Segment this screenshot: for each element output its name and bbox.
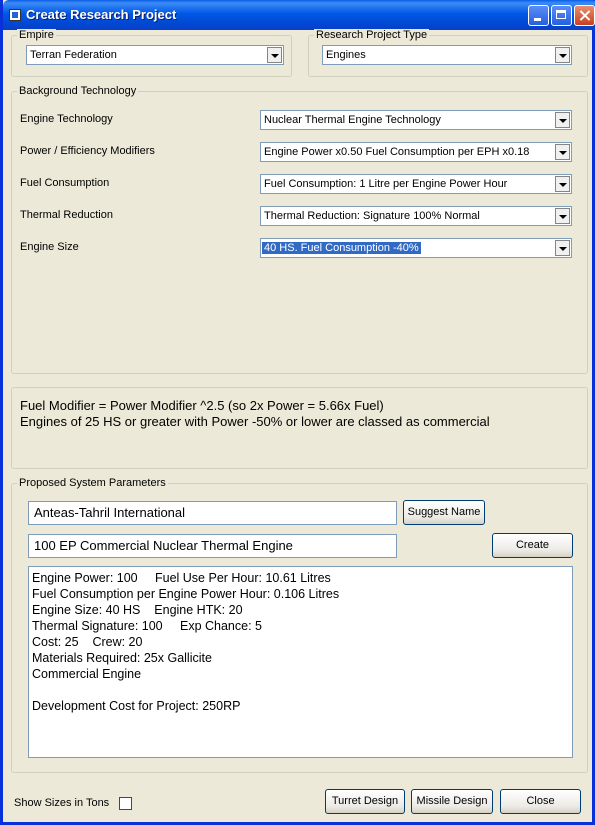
close-button[interactable]: Close	[500, 789, 581, 814]
project-name-field[interactable]: 100 EP Commercial Nuclear Thermal Engine	[28, 534, 397, 558]
details-line: Engine Size: 40 HS Engine HTK: 20	[32, 603, 243, 617]
proposed-parameters-legend: Proposed System Parameters	[17, 477, 168, 489]
details-line: Fuel Consumption per Engine Power Hour: …	[32, 587, 340, 601]
details-line: Development Cost for Project: 250RP	[32, 699, 241, 713]
missile-design-button[interactable]: Missile Design	[411, 789, 493, 814]
project-type-value: Engines	[326, 49, 366, 61]
create-button[interactable]: Create	[492, 533, 573, 558]
details-line: Commercial Engine	[32, 667, 142, 681]
details-line: Cost: 25 Crew: 20	[32, 635, 143, 649]
thermal-reduction-label: Thermal Reduction	[20, 209, 113, 221]
background-technology-group: Background Technology	[11, 85, 588, 374]
info-line-1: Fuel Modifier = Power Modifier ^2.5 (so …	[20, 398, 384, 413]
minimize-icon[interactable]	[528, 5, 549, 26]
engine-size-select[interactable]: 40 HS. Fuel Consumption -40%	[260, 238, 572, 258]
fuel-consumption-select[interactable]: Fuel Consumption: 1 Litre per Engine Pow…	[260, 174, 572, 194]
power-efficiency-select[interactable]: Engine Power x0.50 Fuel Consumption per …	[260, 142, 572, 162]
chevron-down-icon[interactable]	[555, 240, 570, 256]
maximize-icon[interactable]	[551, 5, 572, 26]
fuel-consumption-label: Fuel Consumption	[20, 177, 110, 189]
info-text: Fuel Modifier = Power Modifier ^2.5 (so …	[20, 398, 490, 430]
project-type-select[interactable]: Engines	[322, 45, 572, 65]
show-sizes-label: Show Sizes in Tons	[14, 797, 110, 809]
empire-value: Terran Federation	[30, 49, 117, 61]
background-technology-legend: Background Technology	[17, 85, 139, 97]
app-icon	[9, 9, 21, 21]
engine-technology-select[interactable]: Nuclear Thermal Engine Technology	[260, 110, 572, 130]
turret-design-button[interactable]: Turret Design	[325, 789, 405, 814]
power-efficiency-label: Power / Efficiency Modifiers	[20, 145, 155, 157]
chevron-down-icon[interactable]	[555, 208, 570, 224]
engine-technology-value: Nuclear Thermal Engine Technology	[264, 114, 441, 126]
chevron-down-icon[interactable]	[555, 112, 570, 128]
engine-size-value: 40 HS. Fuel Consumption -40%	[261, 241, 422, 255]
details-line: Materials Required: 25x Gallicite	[32, 651, 212, 665]
engine-technology-label: Engine Technology	[20, 113, 113, 125]
suggest-name-button[interactable]: Suggest Name	[403, 500, 485, 525]
fuel-consumption-value: Fuel Consumption: 1 Litre per Engine Pow…	[264, 178, 508, 190]
thermal-reduction-value: Thermal Reduction: Signature 100% Normal	[264, 210, 480, 222]
thermal-reduction-select[interactable]: Thermal Reduction: Signature 100% Normal	[260, 206, 572, 226]
empire-select[interactable]: Terran Federation	[26, 45, 284, 65]
system-details-textarea[interactable]: Engine Power: 100 Fuel Use Per Hour: 10.…	[28, 566, 573, 758]
details-line: Thermal Signature: 100 Exp Chance: 5	[32, 619, 262, 633]
title-bar[interactable]: Create Research Project	[3, 0, 595, 30]
show-sizes-checkbox[interactable]	[119, 797, 132, 810]
chevron-down-icon[interactable]	[555, 47, 570, 63]
company-name-field[interactable]: Anteas-Tahril International	[28, 501, 397, 525]
empire-legend: Empire	[17, 29, 56, 41]
create-research-project-window: Create Research Project Empire Terran Fe…	[0, 0, 595, 825]
info-line-2: Engines of 25 HS or greater with Power -…	[20, 414, 490, 429]
details-line: Engine Power: 100 Fuel Use Per Hour: 10.…	[32, 571, 331, 585]
chevron-down-icon[interactable]	[555, 144, 570, 160]
power-efficiency-value: Engine Power x0.50 Fuel Consumption per …	[264, 146, 530, 158]
project-type-legend: Research Project Type	[314, 29, 430, 41]
chevron-down-icon[interactable]	[267, 47, 282, 63]
engine-size-label: Engine Size	[20, 241, 79, 253]
details-line	[32, 682, 569, 698]
window-title: Create Research Project	[26, 7, 177, 22]
close-icon[interactable]	[574, 5, 595, 26]
chevron-down-icon[interactable]	[555, 176, 570, 192]
